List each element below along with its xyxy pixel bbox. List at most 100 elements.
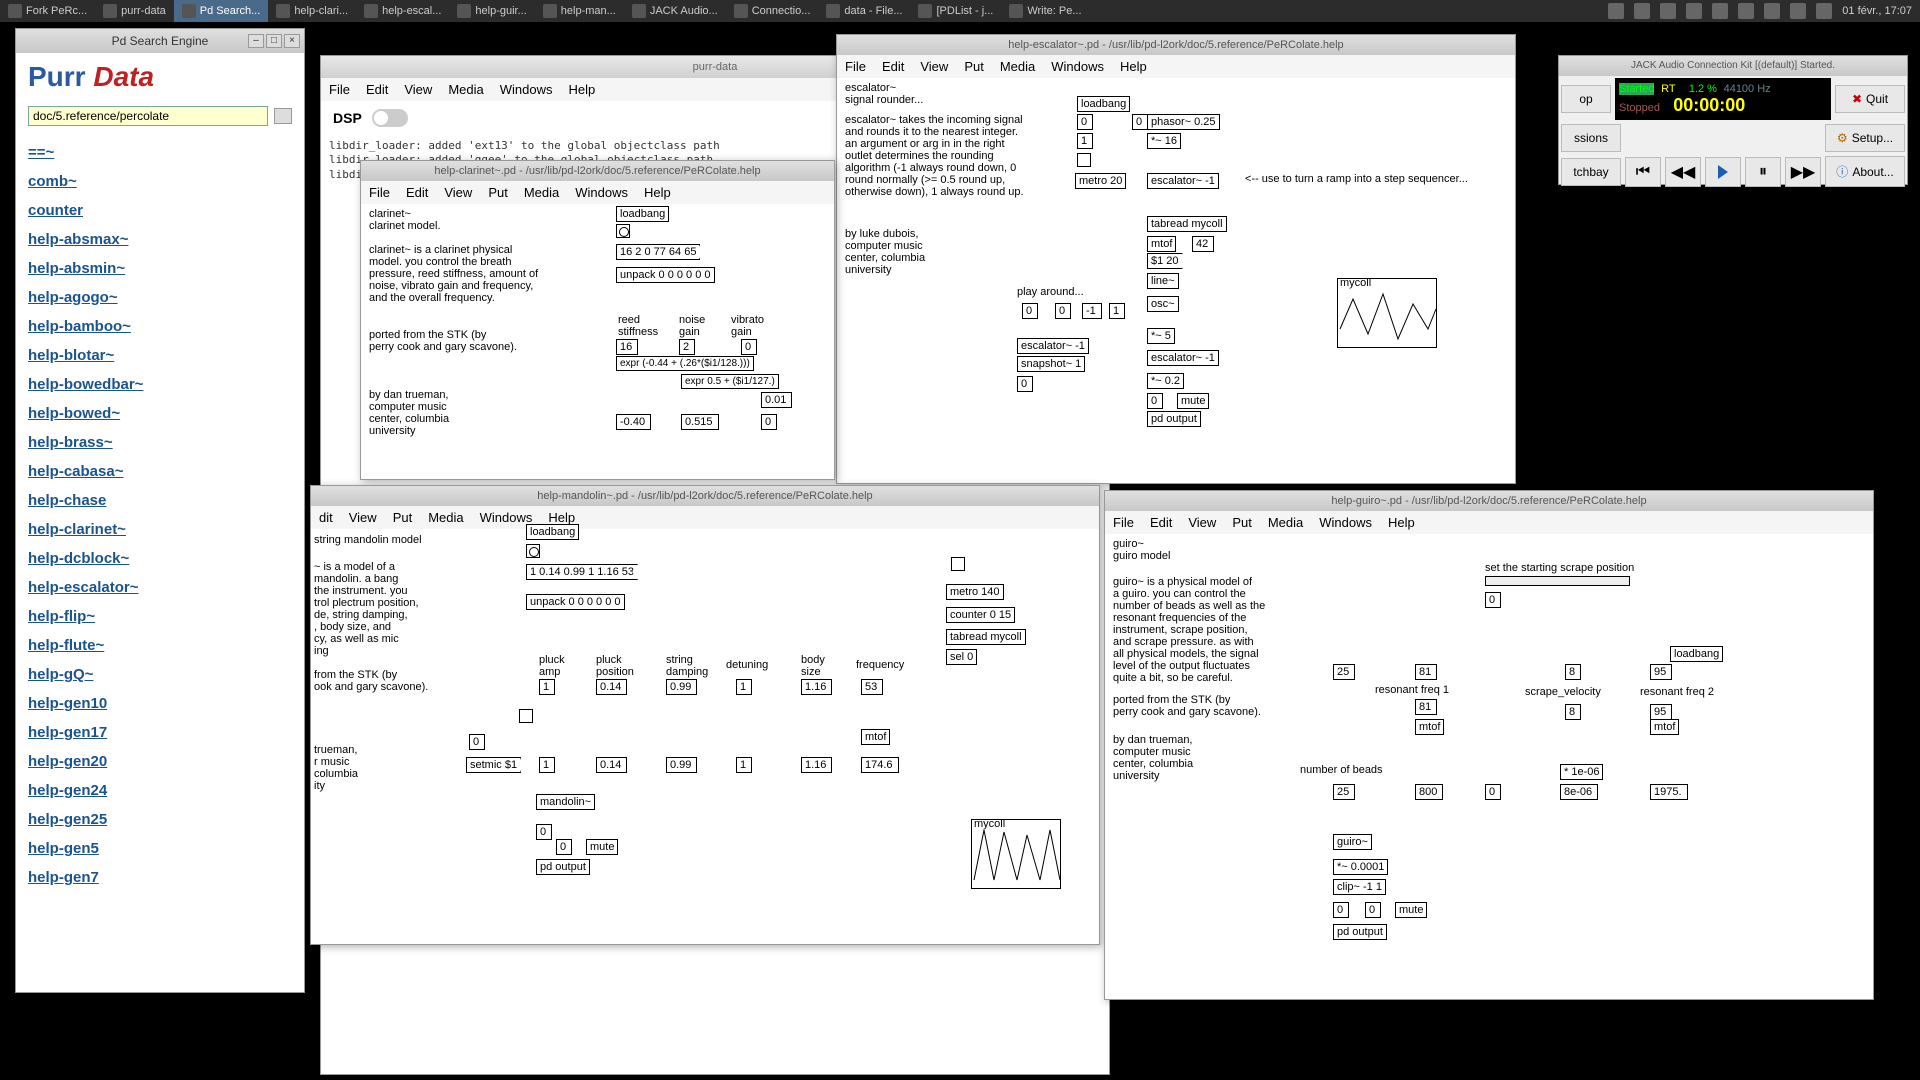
result-item[interactable]: help-bowedbar~ <box>28 370 292 399</box>
number-box[interactable]: 2 <box>679 339 695 355</box>
tray-icon[interactable] <box>1660 3 1676 19</box>
minimize-button[interactable]: – <box>248 34 264 48</box>
output-subpatch[interactable]: pd output <box>1333 924 1387 940</box>
menu-item[interactable]: Put <box>1232 515 1252 530</box>
message-box[interactable]: 16 2 0 77 64 65 <box>616 244 700 260</box>
menu-item[interactable]: Help <box>1388 515 1415 530</box>
metro-obj[interactable]: metro 20 <box>1075 173 1126 189</box>
output-subpatch[interactable]: pd output <box>1147 411 1201 427</box>
mult-obj[interactable]: *~ 0.0001 <box>1333 859 1388 875</box>
mandolin-obj[interactable]: mandolin~ <box>536 794 595 810</box>
volume-icon[interactable] <box>1790 3 1806 19</box>
menu-item[interactable]: Windows <box>575 185 628 200</box>
battery-icon[interactable] <box>1816 3 1832 19</box>
number-box[interactable]: 0 <box>1365 902 1381 918</box>
number-box[interactable]: 0 <box>1132 114 1148 130</box>
mult-obj[interactable]: *~ 16 <box>1147 133 1181 149</box>
result-item[interactable]: help-brass~ <box>28 428 292 457</box>
setup-button[interactable]: ⚙Setup... <box>1825 124 1905 152</box>
array-mycoll[interactable]: mycoll <box>1337 278 1437 348</box>
search-button[interactable] <box>274 108 292 124</box>
taskbar-tab[interactable]: Connectio... <box>726 0 819 22</box>
window-title[interactable]: help-mandolin~.pd - /usr/lib/pd-l2ork/do… <box>311 486 1099 506</box>
number-box[interactable]: 0 <box>1147 393 1163 409</box>
message-box[interactable]: setmic $1 <box>466 757 521 773</box>
number-box[interactable]: 1 <box>1109 303 1125 319</box>
number-box[interactable]: 8 <box>1565 664 1581 680</box>
stop-button[interactable]: op <box>1561 85 1611 113</box>
patchbay-button[interactable]: tchbay <box>1561 158 1621 186</box>
close-button[interactable]: × <box>284 34 300 48</box>
unpack-obj[interactable]: unpack 0 0 0 0 0 0 <box>616 267 715 283</box>
taskbar-tab[interactable]: Write: Pe... <box>1001 0 1089 22</box>
mtof-obj[interactable]: mtof <box>861 729 890 745</box>
menu-item[interactable]: File <box>369 185 390 200</box>
number-box[interactable]: 25 <box>1333 784 1355 800</box>
tabread-obj[interactable]: tabread mycoll <box>1147 216 1227 232</box>
number-box[interactable]: 42 <box>1192 236 1214 252</box>
forward-button[interactable]: ▶▶ <box>1785 157 1821 187</box>
result-item[interactable]: help-absmin~ <box>28 254 292 283</box>
menu-item[interactable]: Put <box>393 510 413 525</box>
taskbar-tab[interactable]: help-escal... <box>356 0 449 22</box>
number-box[interactable]: 8e-06 <box>1560 784 1598 800</box>
number-box[interactable]: 0.99 <box>666 679 697 695</box>
result-item[interactable]: help-bowed~ <box>28 399 292 428</box>
menu-item[interactable]: View <box>444 185 472 200</box>
back-button[interactable]: ◀◀ <box>1665 157 1701 187</box>
window-titlebar[interactable]: Pd Search Engine – □ × <box>16 29 304 53</box>
number-box[interactable]: -1 <box>1082 303 1102 319</box>
number-box[interactable]: 0 <box>536 824 552 840</box>
loadbang-obj[interactable]: loadbang <box>1077 96 1130 112</box>
result-item[interactable]: help-absmax~ <box>28 225 292 254</box>
menu-item[interactable]: Edit <box>1150 515 1172 530</box>
mtof-obj[interactable]: mtof <box>1415 719 1444 735</box>
result-item[interactable]: help-bamboo~ <box>28 312 292 341</box>
expr-obj[interactable]: expr (-0.44 + (.26*($i1/128.))) <box>616 356 754 371</box>
search-input[interactable] <box>28 106 268 126</box>
window-title[interactable]: help-escalator~.pd - /usr/lib/pd-l2ork/d… <box>837 35 1515 55</box>
number-box[interactable]: 0 <box>1022 303 1038 319</box>
taskbar-tab[interactable]: help-guir... <box>449 0 534 22</box>
dsp-toggle[interactable] <box>372 109 408 127</box>
phasor-obj[interactable]: phasor~ 0.25 <box>1147 114 1220 130</box>
loadbang-obj[interactable]: loadbang <box>616 206 669 222</box>
number-box[interactable]: 0 <box>1055 303 1071 319</box>
taskbar-tab[interactable]: help-man... <box>535 0 624 22</box>
unpack-obj[interactable]: unpack 0 0 0 0 0 0 <box>526 594 625 610</box>
menu-item[interactable]: Edit <box>366 82 388 97</box>
number-box[interactable]: 16 <box>616 339 638 355</box>
taskbar-tab[interactable]: [PDList - j... <box>910 0 1001 22</box>
menu-item[interactable]: Media <box>1268 515 1303 530</box>
mute-obj[interactable]: mute <box>1395 902 1427 918</box>
expr-obj[interactable]: expr 0.5 + ($i1/127.) <box>681 374 779 389</box>
result-item[interactable]: help-chase <box>28 486 292 515</box>
toggle-obj[interactable] <box>519 709 533 723</box>
number-box[interactable]: 174.6 <box>861 757 899 773</box>
result-item[interactable]: help-escalator~ <box>28 573 292 602</box>
sel-obj[interactable]: sel 0 <box>946 649 977 665</box>
window-title[interactable]: help-clarinet~.pd - /usr/lib/pd-l2ork/do… <box>361 161 834 181</box>
tray-icon[interactable] <box>1712 3 1728 19</box>
maximize-button[interactable]: □ <box>266 34 282 48</box>
number-box[interactable]: 0.515 <box>681 414 719 430</box>
metro-obj[interactable]: metro 140 <box>946 584 1004 600</box>
menu-item[interactable]: Media <box>428 510 463 525</box>
number-box[interactable]: 81 <box>1415 664 1437 680</box>
number-box[interactable]: 800 <box>1415 784 1443 800</box>
number-box[interactable]: 1 <box>539 757 555 773</box>
number-box[interactable]: 0 <box>1485 592 1501 608</box>
menu-item[interactable]: Windows <box>480 510 533 525</box>
number-box[interactable]: 0 <box>556 839 572 855</box>
window-title[interactable]: JACK Audio Connection Kit [(default)] St… <box>1559 56 1907 76</box>
result-item[interactable]: help-gen7 <box>28 863 292 892</box>
number-box[interactable]: 0 <box>1485 784 1501 800</box>
menu-item[interactable]: File <box>845 59 866 74</box>
menu-item[interactable]: View <box>404 82 432 97</box>
message-box[interactable]: 1 0.14 0.99 1 1.16 53 <box>526 564 638 580</box>
menu-item[interactable]: View <box>920 59 948 74</box>
result-item[interactable]: help-flip~ <box>28 602 292 631</box>
hslider[interactable] <box>1485 576 1630 586</box>
number-box[interactable]: 1975. <box>1650 784 1688 800</box>
result-item[interactable]: help-flute~ <box>28 631 292 660</box>
